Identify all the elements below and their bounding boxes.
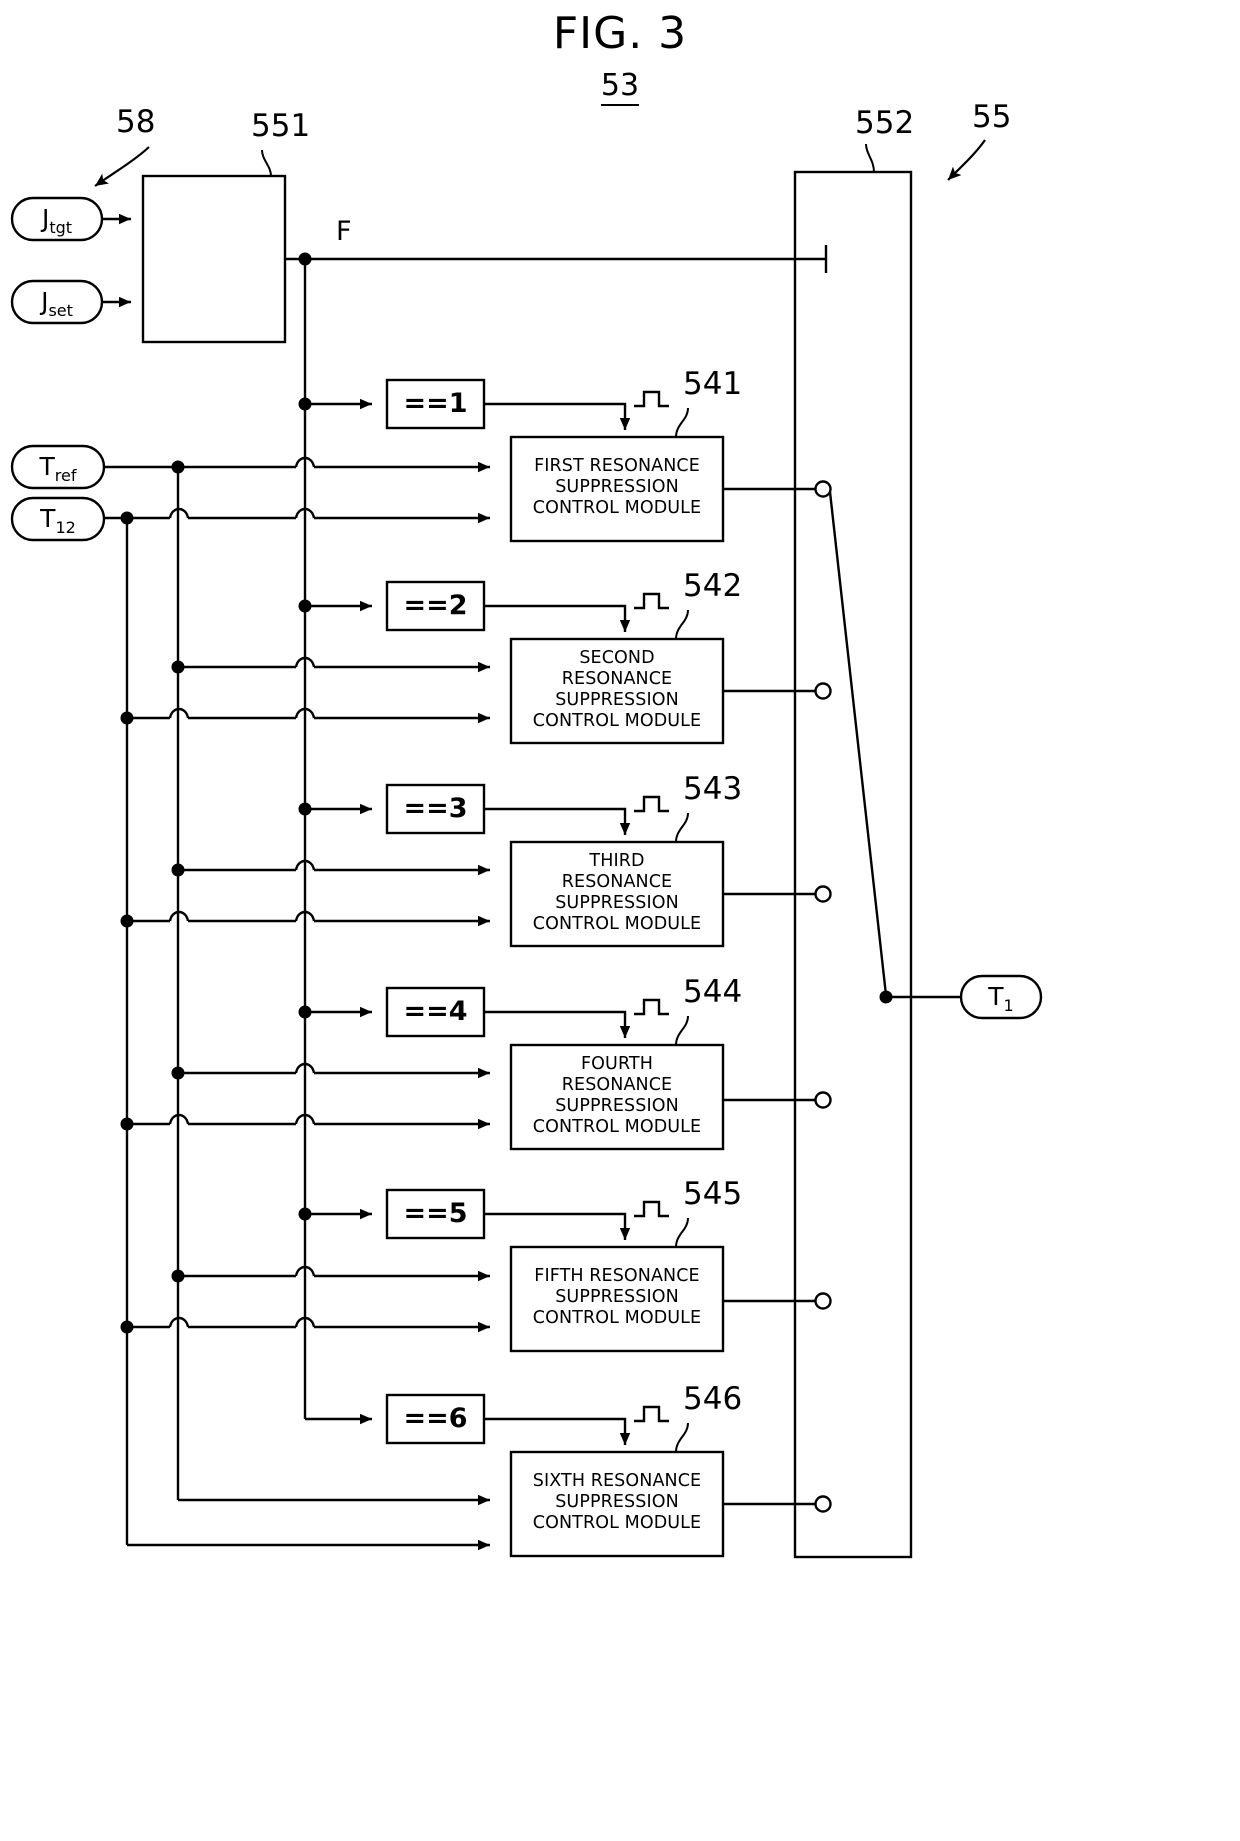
input-oval-jtgt: Jtgt xyxy=(12,204,102,237)
tref-sub: ref xyxy=(54,466,77,485)
t12-sub: 12 xyxy=(55,518,76,537)
module-5-text: FIFTH RESONANCE SUPPRESSION CONTROL MODU… xyxy=(511,1266,723,1329)
ref-58: 58 xyxy=(116,104,156,140)
module-3-line-3: SUPPRESSION xyxy=(555,893,679,913)
module-5-line-2: SUPPRESSION xyxy=(555,1287,679,1307)
ref-552: 552 xyxy=(855,105,915,141)
jset-sub: set xyxy=(48,301,73,320)
module-2-line-3: SUPPRESSION xyxy=(555,690,679,710)
module-4-text: FOURTH RESONANCE SUPPRESSION CONTROL MOD… xyxy=(511,1054,723,1138)
input-oval-t12: T12 xyxy=(12,504,104,537)
module-3-line-1: THIRD xyxy=(589,851,645,871)
comparator-6-label: ==6 xyxy=(403,1403,468,1434)
module-2-line-1: SECOND xyxy=(579,648,655,668)
module-1-line-3: CONTROL MODULE xyxy=(532,498,702,518)
ref-541: 541 xyxy=(683,366,743,402)
module-3-line-2: RESONANCE xyxy=(561,872,673,892)
module-2-text: SECOND RESONANCE SUPPRESSION CONTROL MOD… xyxy=(511,648,723,732)
module-1-line-1: FIRST RESONANCE xyxy=(534,456,700,476)
module-2-line-2: RESONANCE xyxy=(561,669,673,689)
module-4-line-4: CONTROL MODULE xyxy=(532,1117,702,1137)
comparator-4-label: ==4 xyxy=(403,996,468,1027)
ref-55: 55 xyxy=(972,99,1012,135)
tref-base: T xyxy=(39,452,55,481)
module-1-text: FIRST RESONANCE SUPPRESSION CONTROL MODU… xyxy=(511,456,723,519)
ref-543: 543 xyxy=(683,771,743,807)
module-2-line-4: CONTROL MODULE xyxy=(532,711,702,731)
jtgt-sub: tgt xyxy=(49,218,73,237)
signal-label-f: F xyxy=(336,216,352,247)
t1-sub: 1 xyxy=(1003,996,1014,1015)
module-4-line-1: FOURTH xyxy=(581,1054,653,1074)
module-1-line-2: SUPPRESSION xyxy=(555,477,679,497)
ref-542: 542 xyxy=(683,568,743,604)
comparator-1-label: ==1 xyxy=(403,388,468,419)
ref-544: 544 xyxy=(683,974,743,1010)
module-3-line-4: CONTROL MODULE xyxy=(532,914,702,934)
module-5-line-3: CONTROL MODULE xyxy=(532,1308,702,1328)
module-6-text: SIXTH RESONANCE SUPPRESSION CONTROL MODU… xyxy=(511,1471,723,1534)
t1-base: T xyxy=(988,982,1004,1011)
comparator-3-label: ==3 xyxy=(403,793,468,824)
ref-545: 545 xyxy=(683,1176,743,1212)
module-6-line-2: SUPPRESSION xyxy=(555,1492,679,1512)
t12-base: T xyxy=(40,504,56,533)
input-oval-jset: Jset xyxy=(12,287,102,320)
module-5-line-1: FIFTH RESONANCE xyxy=(534,1266,700,1286)
module-3-text: THIRD RESONANCE SUPPRESSION CONTROL MODU… xyxy=(511,851,723,935)
comparator-5-label: ==5 xyxy=(403,1198,468,1229)
module-4-line-2: RESONANCE xyxy=(561,1075,673,1095)
output-oval-t1: T1 xyxy=(961,982,1041,1015)
figure-canvas: FIG. 3 53 58 551 552 55 541 542 543 544 … xyxy=(0,0,1240,1841)
module-6-line-3: CONTROL MODULE xyxy=(532,1513,702,1533)
module-6-line-1: SIXTH RESONANCE xyxy=(532,1471,702,1491)
comparator-2-label: ==2 xyxy=(403,590,468,621)
module-4-line-3: SUPPRESSION xyxy=(555,1096,679,1116)
ref-551: 551 xyxy=(251,108,311,144)
ref-546: 546 xyxy=(683,1381,743,1417)
input-oval-tref: Tref xyxy=(12,452,104,485)
